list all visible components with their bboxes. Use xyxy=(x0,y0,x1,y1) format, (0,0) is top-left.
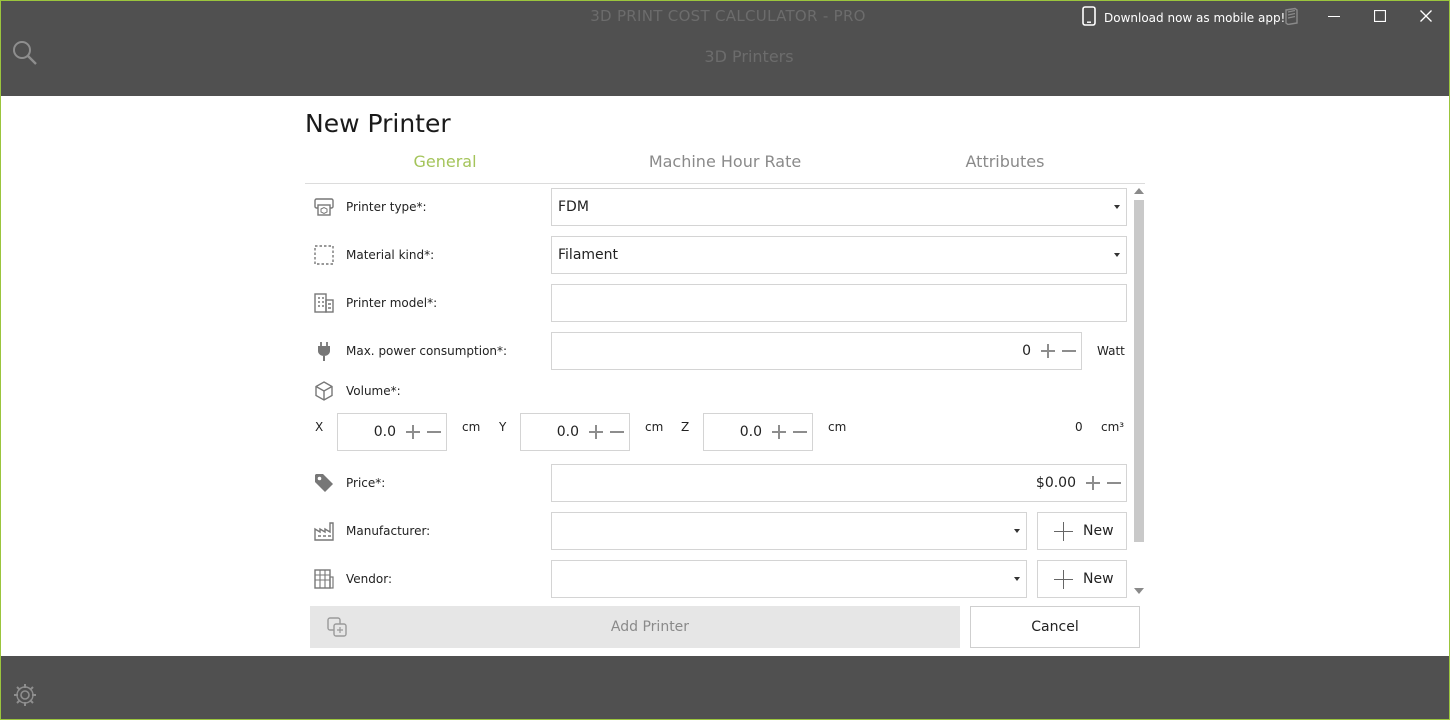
dashed-square-icon xyxy=(313,244,335,266)
store-grid-icon xyxy=(313,568,335,590)
decrement-icon[interactable] xyxy=(610,431,624,433)
power-value: 0 xyxy=(1022,343,1031,359)
printer-model-row: Printer model*: xyxy=(305,284,1131,322)
new-manufacturer-label: New xyxy=(1083,523,1114,539)
tab-attributes[interactable]: Attributes xyxy=(865,152,1145,171)
add-printer-label: Add Printer xyxy=(610,619,690,635)
title-bar: 3D PRINT COST CALCULATOR - PRO Download … xyxy=(0,0,1450,34)
increment-icon[interactable] xyxy=(772,425,786,439)
printer-type-value: FDM xyxy=(558,199,589,215)
volume-x-label: X xyxy=(315,420,324,434)
plus-icon xyxy=(1054,522,1073,541)
increment-icon[interactable] xyxy=(406,425,420,439)
add-printer-button[interactable]: Add Printer xyxy=(310,606,960,648)
manual-book-icon[interactable] xyxy=(1278,4,1306,28)
new-printer-dialog: New Printer General Machine Hour Rate At… xyxy=(1,96,1449,656)
manufacturer-label: Manufacturer: xyxy=(346,524,431,538)
power-stepper[interactable]: 0 xyxy=(551,332,1082,370)
maximize-button[interactable] xyxy=(1366,4,1394,28)
decrement-icon[interactable] xyxy=(793,431,807,433)
scroll-down-arrow-icon[interactable] xyxy=(1134,588,1144,594)
chevron-down-icon xyxy=(1114,253,1120,257)
price-stepper[interactable]: $0.00 xyxy=(551,464,1127,502)
new-vendor-button[interactable]: New xyxy=(1037,560,1127,598)
plus-icon xyxy=(1054,570,1073,589)
increment-icon[interactable] xyxy=(1086,476,1100,490)
cancel-label: Cancel xyxy=(1031,619,1079,635)
power-row: Max. power consumption*: 0 Watt xyxy=(305,332,1131,370)
volume-z-value: 0.0 xyxy=(739,424,762,440)
volume-y-label: Y xyxy=(499,420,507,434)
printer-type-label: Printer type*: xyxy=(346,200,427,214)
cancel-button[interactable]: Cancel xyxy=(970,606,1140,648)
volume-x-stepper[interactable]: 0.0 xyxy=(337,413,447,451)
vendor-select[interactable] xyxy=(551,560,1027,598)
factory-icon xyxy=(313,520,335,542)
material-kind-row: Material kind*: Filament xyxy=(305,236,1131,274)
chevron-down-icon xyxy=(1114,205,1120,209)
volume-y-stepper[interactable]: 0.0 xyxy=(520,413,630,451)
chevron-down-icon xyxy=(1014,529,1020,533)
price-value: $0.00 xyxy=(1035,475,1076,491)
material-kind-label: Material kind*: xyxy=(346,248,435,262)
increment-icon[interactable] xyxy=(1041,344,1055,358)
scrollbar-thumb[interactable] xyxy=(1134,200,1144,542)
volume-z-unit: cm xyxy=(828,420,847,434)
power-unit: Watt xyxy=(1097,344,1125,358)
volume-row: Volume*: xyxy=(305,376,1131,406)
close-button[interactable] xyxy=(1412,4,1440,28)
tab-machine-hour-rate[interactable]: Machine Hour Rate xyxy=(585,152,865,171)
decrement-icon[interactable] xyxy=(1062,350,1076,352)
volume-total-unit: cm³ xyxy=(1101,420,1125,434)
volume-z-label: Z xyxy=(681,420,690,434)
material-kind-value: Filament xyxy=(558,247,619,263)
mobile-link-label: Download now as mobile app! xyxy=(1104,10,1286,25)
increment-icon[interactable] xyxy=(589,425,603,439)
smartphone-icon xyxy=(1082,6,1096,29)
new-vendor-label: New xyxy=(1083,571,1114,587)
price-row: Price*: $0.00 xyxy=(305,464,1131,502)
printer-type-select[interactable]: FDM xyxy=(551,188,1127,226)
volume-z-stepper[interactable]: 0.0 xyxy=(703,413,813,451)
search-icon[interactable] xyxy=(12,40,38,66)
manufacturer-row: Manufacturer: New xyxy=(305,512,1131,550)
price-tag-icon xyxy=(313,472,335,494)
decrement-icon[interactable] xyxy=(1107,482,1121,484)
dialog-title: New Printer xyxy=(305,109,451,138)
page-subtitle: 3D Printers xyxy=(704,47,794,66)
printer-model-label: Printer model*: xyxy=(346,296,438,310)
manufacturer-select[interactable] xyxy=(551,512,1027,550)
form-scrollbar[interactable] xyxy=(1132,188,1145,598)
power-label: Max. power consumption*: xyxy=(346,344,508,358)
price-label: Price*: xyxy=(346,476,386,490)
building-icon xyxy=(313,292,335,314)
vendor-row: Vendor: New xyxy=(305,560,1131,598)
scroll-up-arrow-icon[interactable] xyxy=(1134,188,1144,194)
cube-icon xyxy=(313,380,335,402)
volume-x-value: 0.0 xyxy=(373,424,396,440)
chevron-down-icon xyxy=(1014,577,1020,581)
volume-inputs-row: X 0.0 cm Y 0.0 cm Z 0.0 cm 0 cm³ xyxy=(305,413,1131,451)
decrement-icon[interactable] xyxy=(427,431,441,433)
minimize-button[interactable] xyxy=(1320,4,1348,28)
printer-model-input[interactable] xyxy=(551,284,1127,322)
volume-y-unit: cm xyxy=(645,420,664,434)
new-manufacturer-button[interactable]: New xyxy=(1037,512,1127,550)
general-form: Printer type*: FDM Material kind*: Filam… xyxy=(305,188,1131,598)
material-kind-select[interactable]: Filament xyxy=(551,236,1127,274)
settings-gear-icon[interactable] xyxy=(12,682,38,708)
power-plug-icon xyxy=(313,340,335,362)
vendor-label: Vendor: xyxy=(346,572,392,586)
printer-type-row: Printer type*: FDM xyxy=(305,188,1131,226)
printer-icon xyxy=(313,196,335,218)
download-mobile-app-link[interactable]: Download now as mobile app! xyxy=(1082,6,1285,29)
volume-label: Volume*: xyxy=(346,384,401,398)
tab-general[interactable]: General xyxy=(305,152,585,171)
volume-total-value: 0 xyxy=(1075,420,1083,434)
volume-y-value: 0.0 xyxy=(556,424,579,440)
dialog-tabs: General Machine Hour Rate Attributes xyxy=(305,152,1145,184)
volume-x-unit: cm xyxy=(462,420,481,434)
